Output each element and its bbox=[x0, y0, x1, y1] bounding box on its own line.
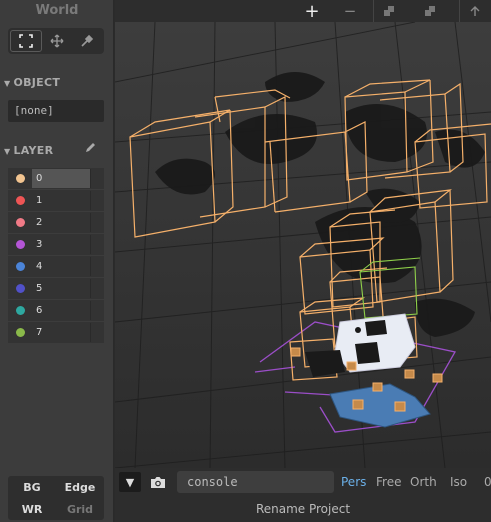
layer-section-label: LAYER bbox=[13, 144, 54, 157]
layer-section-header[interactable]: ▼ LAYER bbox=[4, 144, 53, 157]
object-field[interactable]: [none] bbox=[8, 100, 104, 122]
pencil-icon bbox=[86, 143, 95, 152]
layer-color-swatch[interactable] bbox=[15, 328, 25, 337]
layer-label: 5 bbox=[36, 283, 43, 294]
console-input[interactable]: console bbox=[177, 471, 334, 493]
world-title: World bbox=[35, 3, 79, 18]
shift-left-button[interactable] bbox=[373, 0, 404, 22]
layer-row[interactable]: 3 bbox=[8, 234, 104, 255]
rename-project-button[interactable]: Rename Project bbox=[115, 502, 491, 516]
triangle-down-icon: ▼ bbox=[125, 475, 135, 489]
move-tool-button[interactable] bbox=[42, 30, 72, 52]
shift-right-icon bbox=[425, 6, 435, 16]
tool-group bbox=[8, 28, 104, 54]
layer-row[interactable]: 7 bbox=[8, 322, 104, 343]
eyedropper-icon bbox=[81, 34, 94, 47]
up-button[interactable] bbox=[459, 0, 490, 22]
grid-toggle[interactable]: Grid bbox=[56, 498, 104, 520]
layer-row[interactable]: 2 bbox=[8, 212, 104, 233]
layer-label: 6 bbox=[36, 305, 43, 316]
layer-color-swatch[interactable] bbox=[15, 240, 25, 249]
camera-icon bbox=[151, 476, 165, 488]
object-section-header[interactable]: ▼ OBJECT bbox=[4, 76, 60, 89]
layer-row[interactable]: 1 bbox=[8, 190, 104, 211]
bottom-toolbar: ▼ console Pers Free Orth Iso 0 Rename Pr… bbox=[115, 468, 491, 522]
wr-toggle[interactable]: WR bbox=[8, 498, 56, 520]
collapse-arrow-icon: ▼ bbox=[4, 79, 11, 88]
projection-pers-button[interactable]: Pers bbox=[341, 472, 366, 492]
object-section-label: OBJECT bbox=[13, 76, 61, 89]
layer-color-swatch[interactable] bbox=[15, 196, 25, 205]
projection-free-button[interactable]: Free bbox=[376, 472, 401, 492]
sidebar: World ▼ OBJECT [none] ▼ LAYER 0 1 2 3 4 5 … bbox=[0, 0, 114, 522]
layer-color-swatch[interactable] bbox=[15, 218, 25, 227]
edge-toggle[interactable]: Edge bbox=[56, 476, 104, 498]
top-toolbar: + − bbox=[115, 0, 491, 22]
layer-color-swatch[interactable] bbox=[15, 284, 25, 293]
eyedropper-tool-button[interactable] bbox=[72, 30, 102, 52]
projection-iso-button[interactable]: Iso bbox=[450, 472, 467, 492]
console-dropdown-button[interactable]: ▼ bbox=[119, 472, 141, 492]
layer-label: 3 bbox=[36, 239, 43, 250]
layer-label: 4 bbox=[36, 261, 43, 272]
layer-color-swatch[interactable] bbox=[15, 174, 25, 183]
layer-color-swatch[interactable] bbox=[15, 306, 25, 315]
scene-canvas[interactable] bbox=[115, 22, 491, 468]
3d-viewport[interactable] bbox=[115, 22, 491, 468]
shift-left-icon bbox=[384, 6, 394, 16]
projection-extra-value[interactable]: 0 bbox=[484, 472, 491, 492]
layer-row[interactable]: 5 bbox=[8, 278, 104, 299]
projection-orth-button[interactable]: Orth bbox=[410, 472, 437, 492]
remove-button[interactable]: − bbox=[335, 0, 365, 22]
layer-row[interactable]: 4 bbox=[8, 256, 104, 277]
move-icon bbox=[50, 34, 64, 48]
collapse-arrow-icon: ▼ bbox=[4, 147, 11, 156]
screenshot-button[interactable] bbox=[147, 472, 169, 492]
add-button[interactable]: + bbox=[297, 0, 327, 22]
layer-label: 0 bbox=[32, 169, 90, 188]
layer-label: 1 bbox=[36, 195, 43, 206]
shift-right-button[interactable] bbox=[415, 0, 445, 22]
arrow-up-icon bbox=[470, 6, 480, 16]
rename-layer-button[interactable] bbox=[84, 141, 97, 158]
select-icon bbox=[19, 34, 33, 48]
select-tool-button[interactable] bbox=[10, 30, 42, 52]
layer-row[interactable]: 6 bbox=[8, 300, 104, 321]
layer-row[interactable]: 0 bbox=[8, 168, 104, 189]
layer-list: 0 1 2 3 4 5 6 7 bbox=[8, 168, 104, 344]
view-toggle-group: BG Edge WR Grid bbox=[8, 476, 104, 520]
layer-label: 2 bbox=[36, 217, 43, 228]
bg-toggle[interactable]: BG bbox=[8, 476, 56, 498]
layer-label: 7 bbox=[36, 327, 43, 338]
layer-color-swatch[interactable] bbox=[15, 262, 25, 271]
